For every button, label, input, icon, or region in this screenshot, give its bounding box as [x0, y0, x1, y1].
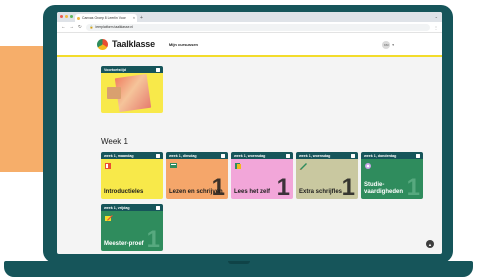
- card-header: week 1, donderdag: [361, 152, 423, 159]
- card-day-label: week 1, maandag: [104, 153, 134, 158]
- card-header: week 1, woensdag: [231, 152, 293, 159]
- card-body: Studie-vaardigheden 1: [361, 159, 423, 199]
- new-tab-icon[interactable]: +: [140, 14, 143, 22]
- card-day-label: week 1, woensdag: [299, 153, 331, 158]
- url-text: leerplatform.taalklasse.nl: [95, 25, 134, 29]
- laptop-screen: Canvas Groep 8 Leerlin Voor × + ⌄ ← → ↻ …: [57, 12, 442, 254]
- card-day-label: week 1, donderdag: [364, 153, 397, 158]
- card-title: Meester-proef: [104, 240, 144, 247]
- favicon-icon: [77, 16, 80, 20]
- card-body: Extra schrijfles 1: [296, 159, 358, 199]
- card-day-label: week 1, dinsdag: [169, 153, 197, 158]
- card-header: week 1, maandag: [101, 152, 163, 159]
- card-number: 1: [406, 174, 420, 200]
- card-lesson[interactable]: week 1, woensdag Lees het zelf 1: [231, 152, 293, 199]
- card-title: Extra schrijfles: [299, 188, 343, 195]
- app-header: Taalklasse Mijn cursussen KM ▾: [57, 33, 442, 57]
- nav-mijn-cursussen[interactable]: Mijn cursussen: [169, 42, 198, 47]
- card-voortoets[interactable]: Voortoetstijd: [101, 66, 163, 113]
- card-header: Voortoetstijd: [101, 66, 163, 73]
- logo-icon: [97, 38, 108, 50]
- checkbox[interactable]: [416, 153, 420, 158]
- card-body: Lees het zelf 1: [231, 159, 293, 199]
- card-day-label: Voortoetstijd: [104, 67, 126, 72]
- main-content: Voortoetstijd Week 1 week 1, maandag Int…: [57, 59, 442, 254]
- card-lesson[interactable]: week 1, donderdag Studie-vaardigheden 1: [361, 152, 423, 199]
- browser-addressbar: ← → ↻ 🔒 leerplatform.taalklasse.nl ⋮: [57, 22, 442, 33]
- browser-tabbar: Canvas Groep 8 Leerlin Voor × + ⌄: [57, 12, 442, 22]
- chevron-down-icon: ▾: [392, 43, 394, 47]
- pencil-icon: [105, 215, 113, 221]
- card-number: 1: [146, 226, 160, 252]
- card-title: Introductieles: [104, 188, 144, 195]
- tab-title: Canvas Groep 8 Leerlin Voor: [82, 16, 126, 20]
- checkbox[interactable]: [156, 205, 160, 210]
- card-header: week 1, vrijdag: [101, 204, 163, 211]
- pencil-icon: [299, 163, 307, 170]
- card-lesson[interactable]: week 1, maandag Introductieles: [101, 152, 163, 199]
- url-field[interactable]: 🔒 leerplatform.taalklasse.nl: [85, 23, 430, 31]
- card-lesson[interactable]: week 1, woensdag Extra schrijfles 1: [296, 152, 358, 199]
- user-menu[interactable]: KM ▾: [382, 41, 394, 49]
- scroll-up-button[interactable]: ▲: [426, 240, 434, 248]
- book-icon: [235, 163, 241, 169]
- avatar: KM: [382, 41, 391, 49]
- checkbox[interactable]: [286, 153, 290, 158]
- card-header: week 1, woensdag: [296, 152, 358, 159]
- card-body: [101, 73, 163, 113]
- back-icon[interactable]: ←: [61, 24, 66, 30]
- pencil-icon: [170, 163, 177, 168]
- reload-icon[interactable]: ↻: [78, 24, 82, 30]
- chevron-down-icon[interactable]: ⌄: [435, 14, 438, 19]
- checkbox[interactable]: [351, 153, 355, 158]
- card-title: Lees het zelf: [234, 188, 271, 195]
- card-number: 1: [341, 174, 355, 200]
- card-number: 1: [276, 174, 290, 200]
- card-day-label: week 1, vrijdag: [104, 205, 130, 210]
- card-body: Lezen en schrijven 1: [166, 159, 228, 199]
- extensions-icon[interactable]: ⋮: [434, 25, 438, 30]
- lesson-illustration-small: [107, 87, 121, 99]
- forward-icon[interactable]: →: [70, 24, 75, 30]
- laptop-notch: [228, 261, 250, 264]
- study-icon: [365, 163, 371, 169]
- lock-icon: 🔒: [89, 25, 94, 29]
- close-icon[interactable]: ×: [133, 16, 135, 20]
- logo-text[interactable]: Taalklasse: [112, 39, 155, 49]
- book-icon: [105, 163, 111, 169]
- checkbox[interactable]: [156, 67, 160, 72]
- week-heading: Week 1: [101, 137, 128, 146]
- stage: Canvas Groep 8 Leerlin Voor × + ⌄ ← → ↻ …: [0, 0, 477, 279]
- card-lesson[interactable]: week 1, vrijdag Meester-proef 1: [101, 204, 163, 251]
- browser-tab[interactable]: Canvas Groep 8 Leerlin Voor ×: [75, 14, 137, 22]
- card-body: Meester-proef 1: [101, 211, 163, 251]
- card-body: Introductieles: [101, 159, 163, 199]
- card-number: 1: [211, 174, 225, 200]
- checkbox[interactable]: [221, 153, 225, 158]
- card-day-label: week 1, woensdag: [234, 153, 266, 158]
- window-controls[interactable]: [60, 15, 73, 18]
- card-header: week 1, dinsdag: [166, 152, 228, 159]
- checkbox[interactable]: [156, 153, 160, 158]
- card-lesson[interactable]: week 1, dinsdag Lezen en schrijven 1: [166, 152, 228, 199]
